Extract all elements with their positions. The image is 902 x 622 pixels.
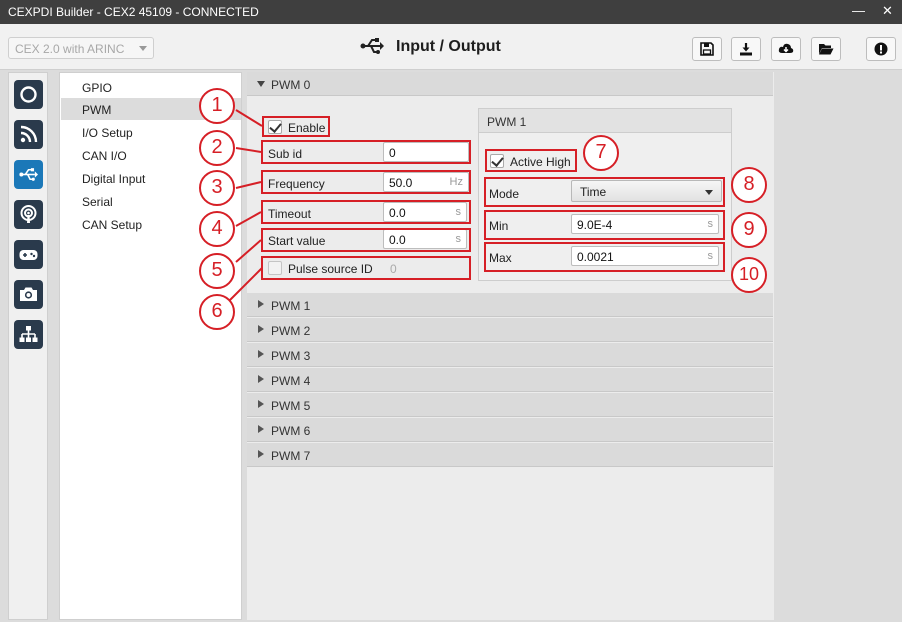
- callout-3: 3: [199, 170, 235, 206]
- callout-1: 1: [199, 88, 235, 124]
- annotation-leader-lines: [229, 109, 263, 301]
- callout-2: 2: [199, 130, 235, 166]
- callout-4: 4: [199, 211, 235, 247]
- callout-8: 8: [731, 167, 767, 203]
- callout-9: 9: [731, 212, 767, 248]
- callout-5: 5: [199, 253, 235, 289]
- callout-10: 10: [731, 257, 767, 293]
- callout-7: 7: [583, 135, 619, 171]
- callout-6: 6: [199, 294, 235, 330]
